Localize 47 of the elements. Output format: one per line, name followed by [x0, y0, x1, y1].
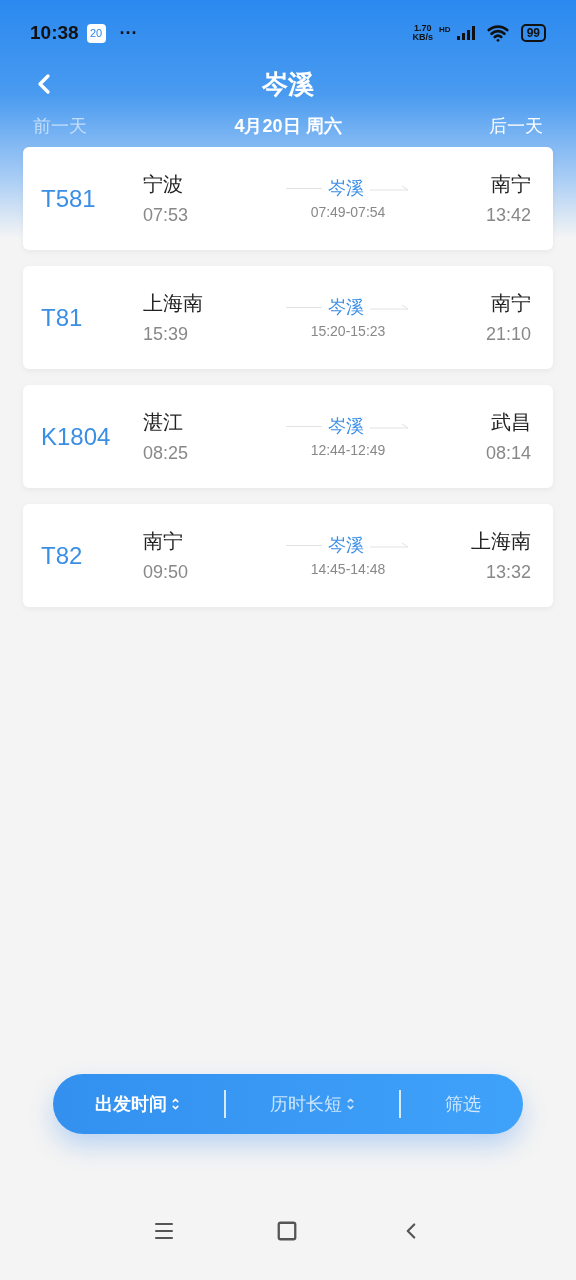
departure-time: 08:25 — [143, 441, 190, 465]
terminal-station: 上海南 — [471, 528, 531, 554]
via-station: 岑溪 — [328, 414, 364, 438]
network-tag: HD — [439, 24, 451, 36]
train-number: T81 — [41, 302, 84, 333]
signal-icon — [456, 26, 475, 40]
page-title: 岑溪 — [262, 67, 314, 101]
arrival-time: 21:10 — [485, 322, 531, 346]
home-icon[interactable] — [276, 1220, 298, 1242]
stop-time: 15:20-15:23 — [310, 321, 386, 341]
via-station: 岑溪 — [328, 176, 364, 200]
train-card[interactable]: T82 南宁 09:50 岑溪 14:45-14:48 上海南 13:32 — [23, 504, 553, 607]
arrival-time: 13:42 — [485, 203, 531, 227]
battery-icon: 99 — [520, 24, 546, 42]
via-station: 岑溪 — [328, 295, 364, 319]
departure-time: 07:53 — [143, 203, 190, 227]
current-date: 4月20日 周六 — [234, 114, 342, 138]
more-dots: ··· — [119, 21, 138, 45]
terminal-station: 南宁 — [491, 290, 531, 316]
next-day-button[interactable]: 后一天 — [489, 112, 543, 140]
train-number: K1804 — [41, 421, 112, 452]
departure-time: 09:50 — [143, 560, 190, 584]
net-speed: 1.70 KB/s — [412, 24, 434, 42]
train-number: T581 — [41, 183, 97, 214]
departure-time: 15:39 — [143, 322, 190, 346]
train-number: T82 — [41, 540, 84, 571]
origin-station: 上海南 — [143, 290, 204, 316]
filter-button[interactable]: 筛选 — [445, 1090, 481, 1118]
sort-button[interactable]: 历时长短 — [270, 1090, 355, 1118]
origin-station: 南宁 — [143, 528, 184, 554]
origin-station: 宁波 — [143, 171, 184, 197]
sort-button[interactable]: 出发时间 — [95, 1090, 180, 1118]
status-time: 10:38 — [30, 20, 79, 45]
via-station: 岑溪 — [328, 533, 364, 557]
calendar-icon: 20 — [86, 23, 106, 43]
stop-time: 07:49-07:54 — [310, 202, 386, 222]
arrival-time: 13:32 — [485, 560, 531, 584]
arrival-time: 08:14 — [485, 441, 531, 465]
stop-time: 14:45-14:48 — [310, 559, 386, 579]
origin-station: 湛江 — [143, 409, 184, 435]
train-card[interactable]: T581 宁波 07:53 岑溪 07:49-07:54 南宁 13:42 — [23, 147, 553, 250]
stop-time: 12:44-12:49 — [310, 440, 386, 460]
terminal-station: 南宁 — [491, 171, 531, 197]
train-card[interactable]: K1804 湛江 08:25 岑溪 12:44-12:49 武昌 08:14 — [23, 385, 553, 488]
train-card[interactable]: T81 上海南 15:39 岑溪 15:20-15:23 南宁 21:10 — [23, 266, 553, 369]
wifi-icon — [486, 22, 509, 44]
terminal-station: 武昌 — [491, 409, 531, 435]
